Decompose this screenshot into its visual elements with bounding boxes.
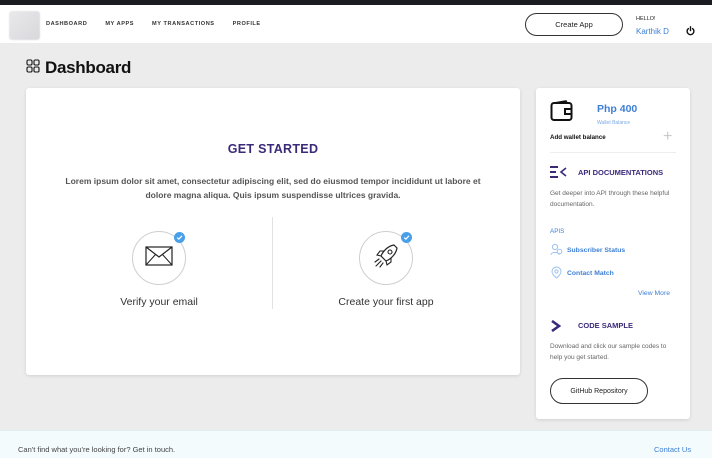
nav-links: DASHBOARD MY APPS MY TRANSACTIONS PROFIL… — [46, 21, 279, 27]
subscriber-icon — [550, 243, 563, 258]
check-icon — [401, 232, 412, 243]
apis-label: APIS — [550, 228, 565, 235]
user-name[interactable]: Karthik D — [636, 27, 669, 36]
plus-icon[interactable]: + — [663, 128, 672, 146]
api-docs-icon — [550, 165, 568, 184]
get-started-description: Lorem ipsum dolor sit amet, consectetur … — [65, 176, 481, 200]
footer-text: Can't find what you're looking for? Get … — [18, 445, 176, 454]
nav-link-profile[interactable]: PROFILE — [233, 21, 261, 27]
page-title: Dashboard — [45, 58, 132, 77]
power-icon[interactable] — [686, 23, 695, 41]
code-sample-title[interactable]: CODE SAMPLE — [578, 321, 633, 330]
github-repository-button[interactable]: GitHub Repository — [550, 378, 648, 404]
api-item-label: Contact Match — [567, 270, 614, 277]
footer: Can't find what you're looking for? Get … — [0, 430, 712, 458]
get-started-card: GET STARTED Lorem ipsum dolor sit amet, … — [26, 88, 520, 375]
envelope-icon — [145, 245, 173, 271]
get-started-title: GET STARTED — [227, 142, 319, 156]
create-app-button[interactable]: Create App — [525, 13, 623, 36]
logo[interactable] — [9, 11, 40, 40]
wallet-amount: Php 400 — [597, 103, 638, 115]
view-more-link[interactable]: View More — [638, 290, 670, 297]
page-title-row: Dashboard — [26, 58, 131, 78]
step-create-first-app[interactable]: Create your first app — [286, 231, 486, 308]
nav-link-my-transactions[interactable]: MY TRANSACTIONS — [152, 21, 215, 27]
code-sample-description: Download and click our sample codes to h… — [550, 343, 667, 361]
step-verify-email[interactable]: Verify your email — [59, 231, 259, 308]
rocket-icon — [372, 242, 400, 275]
steps-divider — [272, 217, 273, 309]
sidebar-card: Php 400 Wallet Balance Add wallet balanc… — [536, 88, 690, 419]
nav-link-dashboard[interactable]: DASHBOARD — [46, 21, 87, 27]
nav-link-my-apps[interactable]: MY APPS — [105, 21, 134, 27]
api-item-subscriber-status[interactable]: Subscriber Status — [550, 243, 625, 258]
check-icon — [174, 232, 185, 243]
api-docs-description: Get deeper into API through these helpfu… — [550, 190, 670, 208]
contact-match-icon — [550, 266, 563, 281]
api-docs-title[interactable]: API DOCUMENTATIONS — [578, 168, 663, 177]
step-icon-circle — [359, 231, 413, 285]
sidebar-divider — [550, 152, 676, 153]
step-icon-circle — [132, 231, 186, 285]
add-wallet-balance-label: Add wallet balance — [550, 134, 606, 141]
api-item-contact-match[interactable]: Contact Match — [550, 266, 614, 281]
greeting: HELLO! — [636, 16, 656, 22]
wallet-icon — [550, 100, 574, 127]
chevron-right-icon — [550, 319, 562, 337]
wallet-balance-caption: Wallet Balance — [597, 120, 631, 126]
top-navbar: DASHBOARD MY APPS MY TRANSACTIONS PROFIL… — [0, 5, 712, 43]
api-item-label: Subscriber Status — [567, 247, 626, 254]
step-label: Verify your email — [120, 296, 198, 308]
contact-us-link[interactable]: Contact Us — [654, 445, 691, 454]
grid-icon — [26, 58, 40, 78]
step-label: Create your first app — [338, 296, 434, 308]
